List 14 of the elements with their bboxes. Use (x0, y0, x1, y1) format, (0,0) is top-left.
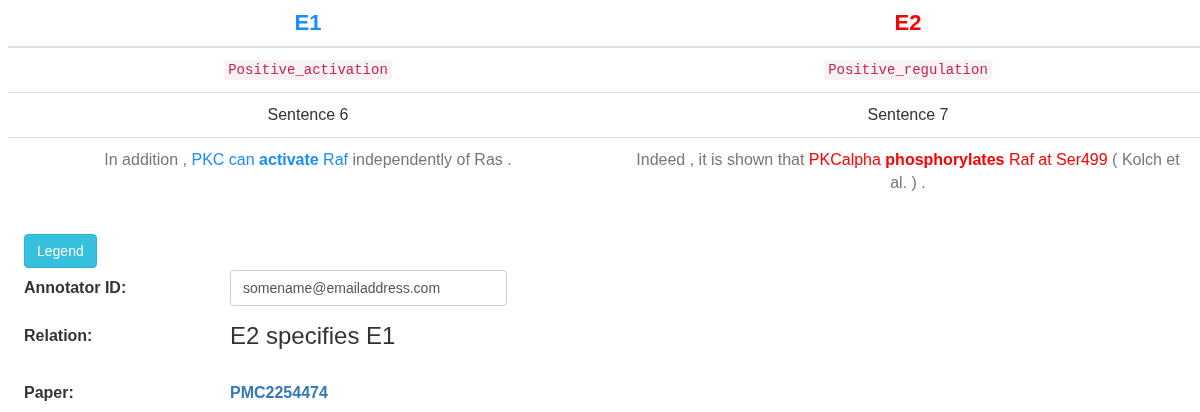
field-label: Paper: (24, 384, 75, 403)
field-label: Relation: (24, 327, 94, 346)
event-title: E2 (894, 10, 922, 36)
paper-link[interactable]: PMC2254474 (230, 384, 1176, 403)
sentence-text: Indeed , it is shown that PKCalpha phosphorylates Raf at Ser499 ( Kolch et al. ) . (635, 150, 1181, 194)
relation-value: E2 specifies E1 (230, 322, 397, 351)
sentence-label: Sentence 7 (867, 106, 949, 124)
sentence-text: In addition , PKC can activate Raf independently of Ras . (104, 150, 512, 170)
annotator-id-field[interactable]: somename@emailaddress.com (230, 270, 507, 307)
event-title: E1 (294, 10, 322, 36)
event-type: Positive_regulation (824, 60, 992, 80)
sentence-label: Sentence 6 (267, 106, 349, 124)
event-type: Positive_activation (224, 60, 392, 80)
field-label: Annotator ID: (24, 279, 128, 298)
